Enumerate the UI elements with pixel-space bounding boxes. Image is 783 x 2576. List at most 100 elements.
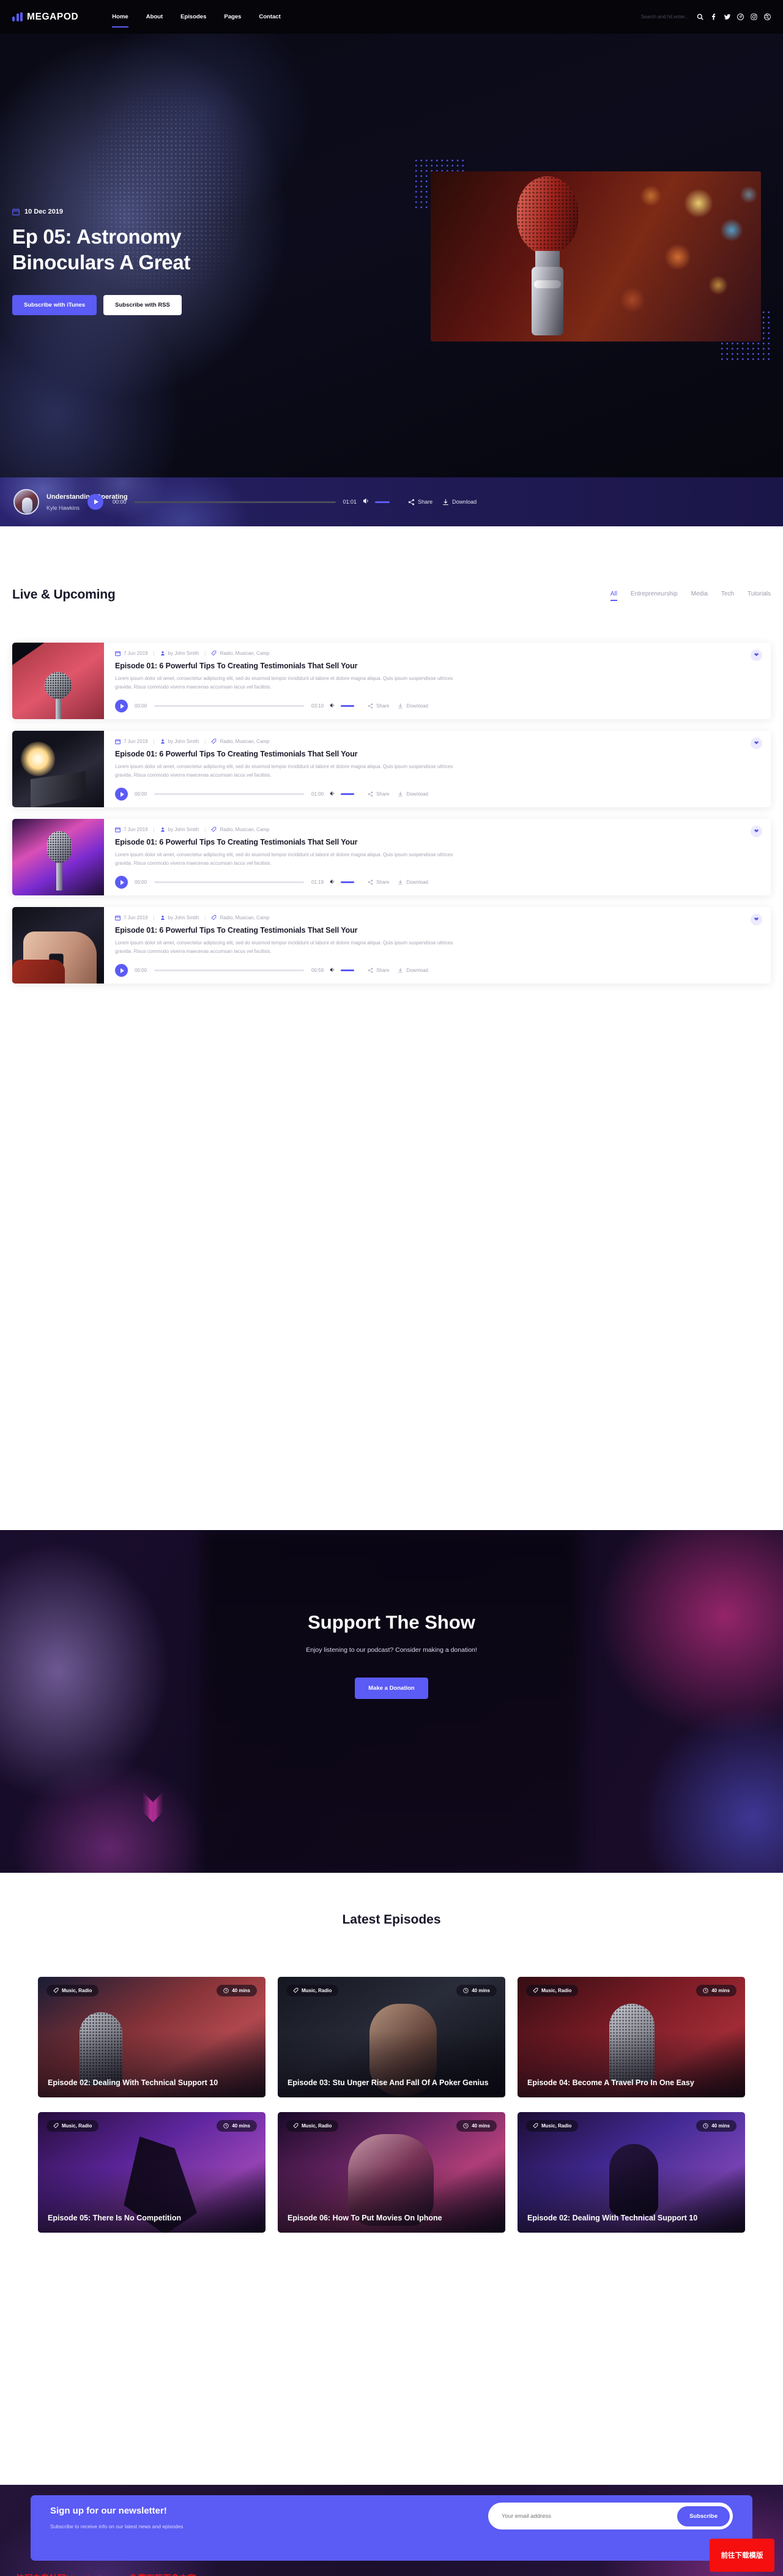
card-title: Episode 02: Dealing With Technical Suppo… bbox=[527, 2213, 698, 2222]
episode-progress-slider[interactable] bbox=[154, 705, 305, 707]
episode-title[interactable]: Episode 01: 6 Powerful Tips To Creating … bbox=[115, 838, 760, 846]
download-button[interactable]: Download bbox=[398, 791, 428, 797]
instagram-icon[interactable] bbox=[751, 13, 757, 20]
subscribe-rss-button[interactable]: Subscribe with RSS bbox=[103, 294, 182, 315]
newsletter-title: Sign up for our newsletter! bbox=[50, 2506, 167, 2516]
filter-entrepreneurship[interactable]: Entrepreneurship bbox=[631, 591, 678, 600]
make-a-donation-button[interactable]: Make a Donation bbox=[355, 1678, 428, 1699]
search-input[interactable]: Search and hit enter... bbox=[641, 14, 689, 20]
episode-current-time: 00:00 bbox=[135, 703, 147, 709]
top-navigation-bar: MEGAPOD Home About Episodes Pages Contac… bbox=[0, 0, 783, 34]
volume-icon[interactable] bbox=[330, 791, 335, 797]
filter-tech[interactable]: Tech bbox=[721, 591, 734, 600]
player-duration: 01:01 bbox=[343, 499, 357, 505]
pinterest-icon[interactable] bbox=[737, 13, 744, 20]
nav-item-episodes[interactable]: Episodes bbox=[180, 11, 206, 23]
latest-episode-card[interactable]: Music, Radio 40 mins Episode 05: There I… bbox=[38, 2112, 265, 2233]
episode-author: by John Smith bbox=[168, 651, 199, 656]
episode-audio-player: 00:00 01:00 Share Download bbox=[115, 788, 760, 801]
tag-icon bbox=[211, 827, 217, 832]
card-category-tag: Music, Radio bbox=[286, 2120, 339, 2132]
card-duration-label: 40 mins bbox=[232, 1988, 250, 1993]
share-button[interactable]: Share bbox=[368, 703, 389, 709]
nav-item-pages[interactable]: Pages bbox=[224, 11, 241, 23]
support-the-show-section: Support The Show Enjoy listening to our … bbox=[0, 1530, 783, 1873]
card-title: Episode 06: How To Put Movies On Iphone bbox=[288, 2213, 442, 2222]
share-button[interactable]: Share bbox=[368, 968, 389, 973]
share-button[interactable]: Share bbox=[368, 879, 389, 885]
play-button[interactable] bbox=[115, 964, 128, 977]
player-progress-slider[interactable] bbox=[133, 501, 336, 503]
card-duration-label: 40 mins bbox=[472, 1988, 490, 1993]
facebook-icon[interactable] bbox=[710, 13, 717, 20]
volume-icon[interactable] bbox=[363, 498, 369, 506]
share-icon bbox=[368, 879, 373, 885]
download-button[interactable]: Download bbox=[398, 879, 428, 885]
featured-audio-player: Understanding Operating Kyle Hawkins 00:… bbox=[0, 477, 783, 526]
site-logo[interactable]: MEGAPOD bbox=[12, 12, 78, 22]
tag-icon bbox=[53, 2123, 59, 2129]
volume-icon[interactable] bbox=[330, 967, 335, 974]
play-button[interactable] bbox=[115, 788, 128, 801]
episode-card[interactable]: 7 Jun 2019 | by John Smith | Radio, Musi… bbox=[12, 643, 771, 719]
latest-episode-card[interactable]: Music, Radio 40 mins Episode 03: Stu Ung… bbox=[278, 1977, 505, 2097]
episode-meta: 7 Jun 2019 | by John Smith | Radio, Musi… bbox=[115, 739, 760, 744]
episode-progress-slider[interactable] bbox=[154, 969, 305, 971]
favorite-icon[interactable]: ❤ bbox=[751, 826, 762, 837]
latest-episode-card[interactable]: Music, Radio 40 mins Episode 06: How To … bbox=[278, 2112, 505, 2233]
episode-title[interactable]: Episode 01: 6 Powerful Tips To Creating … bbox=[115, 926, 760, 935]
episode-tags: Radio, Musican, Camp bbox=[220, 827, 270, 832]
share-button[interactable]: Share bbox=[408, 499, 432, 506]
share-label: Share bbox=[376, 703, 390, 709]
favorite-icon[interactable]: ❤ bbox=[751, 914, 762, 925]
volume-slider[interactable] bbox=[341, 705, 355, 707]
download-button[interactable]: Download bbox=[398, 703, 428, 709]
play-button[interactable] bbox=[87, 494, 103, 510]
favorite-icon[interactable]: ❤ bbox=[751, 737, 762, 749]
latest-episode-card[interactable]: Music, Radio 40 mins Episode 02: Dealing… bbox=[518, 2112, 745, 2233]
twitter-icon[interactable] bbox=[724, 13, 731, 20]
nav-item-contact[interactable]: Contact bbox=[259, 11, 280, 23]
subscribe-itunes-button[interactable]: Subscribe with iTunes bbox=[12, 294, 97, 315]
volume-slider[interactable] bbox=[375, 501, 390, 503]
play-button[interactable] bbox=[115, 876, 128, 889]
filter-all[interactable]: All bbox=[610, 591, 618, 601]
card-title: Episode 02: Dealing With Technical Suppo… bbox=[48, 2078, 218, 2087]
filter-media[interactable]: Media bbox=[691, 591, 708, 600]
nav-item-about[interactable]: About bbox=[146, 11, 163, 23]
latest-episode-card[interactable]: Music, Radio 40 mins Episode 04: Become … bbox=[518, 1977, 745, 2097]
card-category-label: Music, Radio bbox=[541, 1988, 572, 1993]
episode-title[interactable]: Episode 01: 6 Powerful Tips To Creating … bbox=[115, 750, 760, 758]
nav-item-home[interactable]: Home bbox=[112, 11, 129, 28]
episode-title[interactable]: Episode 01: 6 Powerful Tips To Creating … bbox=[115, 662, 760, 670]
play-button[interactable] bbox=[115, 700, 128, 712]
episode-card[interactable]: 7 Jun 2019 | by John Smith | Radio, Musi… bbox=[12, 731, 771, 807]
download-button[interactable]: Download bbox=[398, 968, 428, 973]
search-icon[interactable] bbox=[697, 13, 703, 20]
episode-progress-slider[interactable] bbox=[154, 881, 305, 883]
download-template-watermark-button[interactable]: 前往下载模版 bbox=[710, 2539, 774, 2572]
hero-title-line1: Ep 05: Astronomy bbox=[12, 225, 182, 248]
subscribe-button[interactable]: Subscribe bbox=[677, 2506, 730, 2526]
volume-slider[interactable] bbox=[341, 969, 355, 971]
user-icon bbox=[160, 916, 165, 920]
episode-card[interactable]: 7 Jun 2019 | by John Smith | Radio, Musi… bbox=[12, 907, 771, 984]
episode-progress-slider[interactable] bbox=[154, 793, 305, 795]
volume-slider[interactable] bbox=[341, 793, 355, 795]
email-input[interactable] bbox=[502, 2512, 678, 2520]
episode-audio-player: 00:00 00:59 Share Download bbox=[115, 964, 760, 977]
favorite-icon[interactable]: ❤ bbox=[751, 649, 762, 661]
filter-tutorials[interactable]: Tutorials bbox=[748, 591, 771, 600]
episode-audio-player: 00:00 01:19 Share Download bbox=[115, 876, 760, 889]
episode-card[interactable]: 7 Jun 2019 | by John Smith | Radio, Musi… bbox=[12, 819, 771, 895]
volume-icon[interactable] bbox=[330, 703, 335, 709]
download-button[interactable]: Download bbox=[442, 499, 477, 506]
download-label: Download bbox=[452, 499, 477, 505]
share-icon bbox=[368, 791, 373, 797]
episode-meta: 7 Jun 2019 | by John Smith | Radio, Musi… bbox=[115, 915, 760, 920]
volume-slider[interactable] bbox=[341, 881, 355, 883]
volume-icon[interactable] bbox=[330, 879, 335, 886]
dribbble-icon[interactable] bbox=[764, 13, 771, 20]
latest-episode-card[interactable]: Music, Radio 40 mins Episode 02: Dealing… bbox=[38, 1977, 265, 2097]
share-button[interactable]: Share bbox=[368, 791, 389, 797]
